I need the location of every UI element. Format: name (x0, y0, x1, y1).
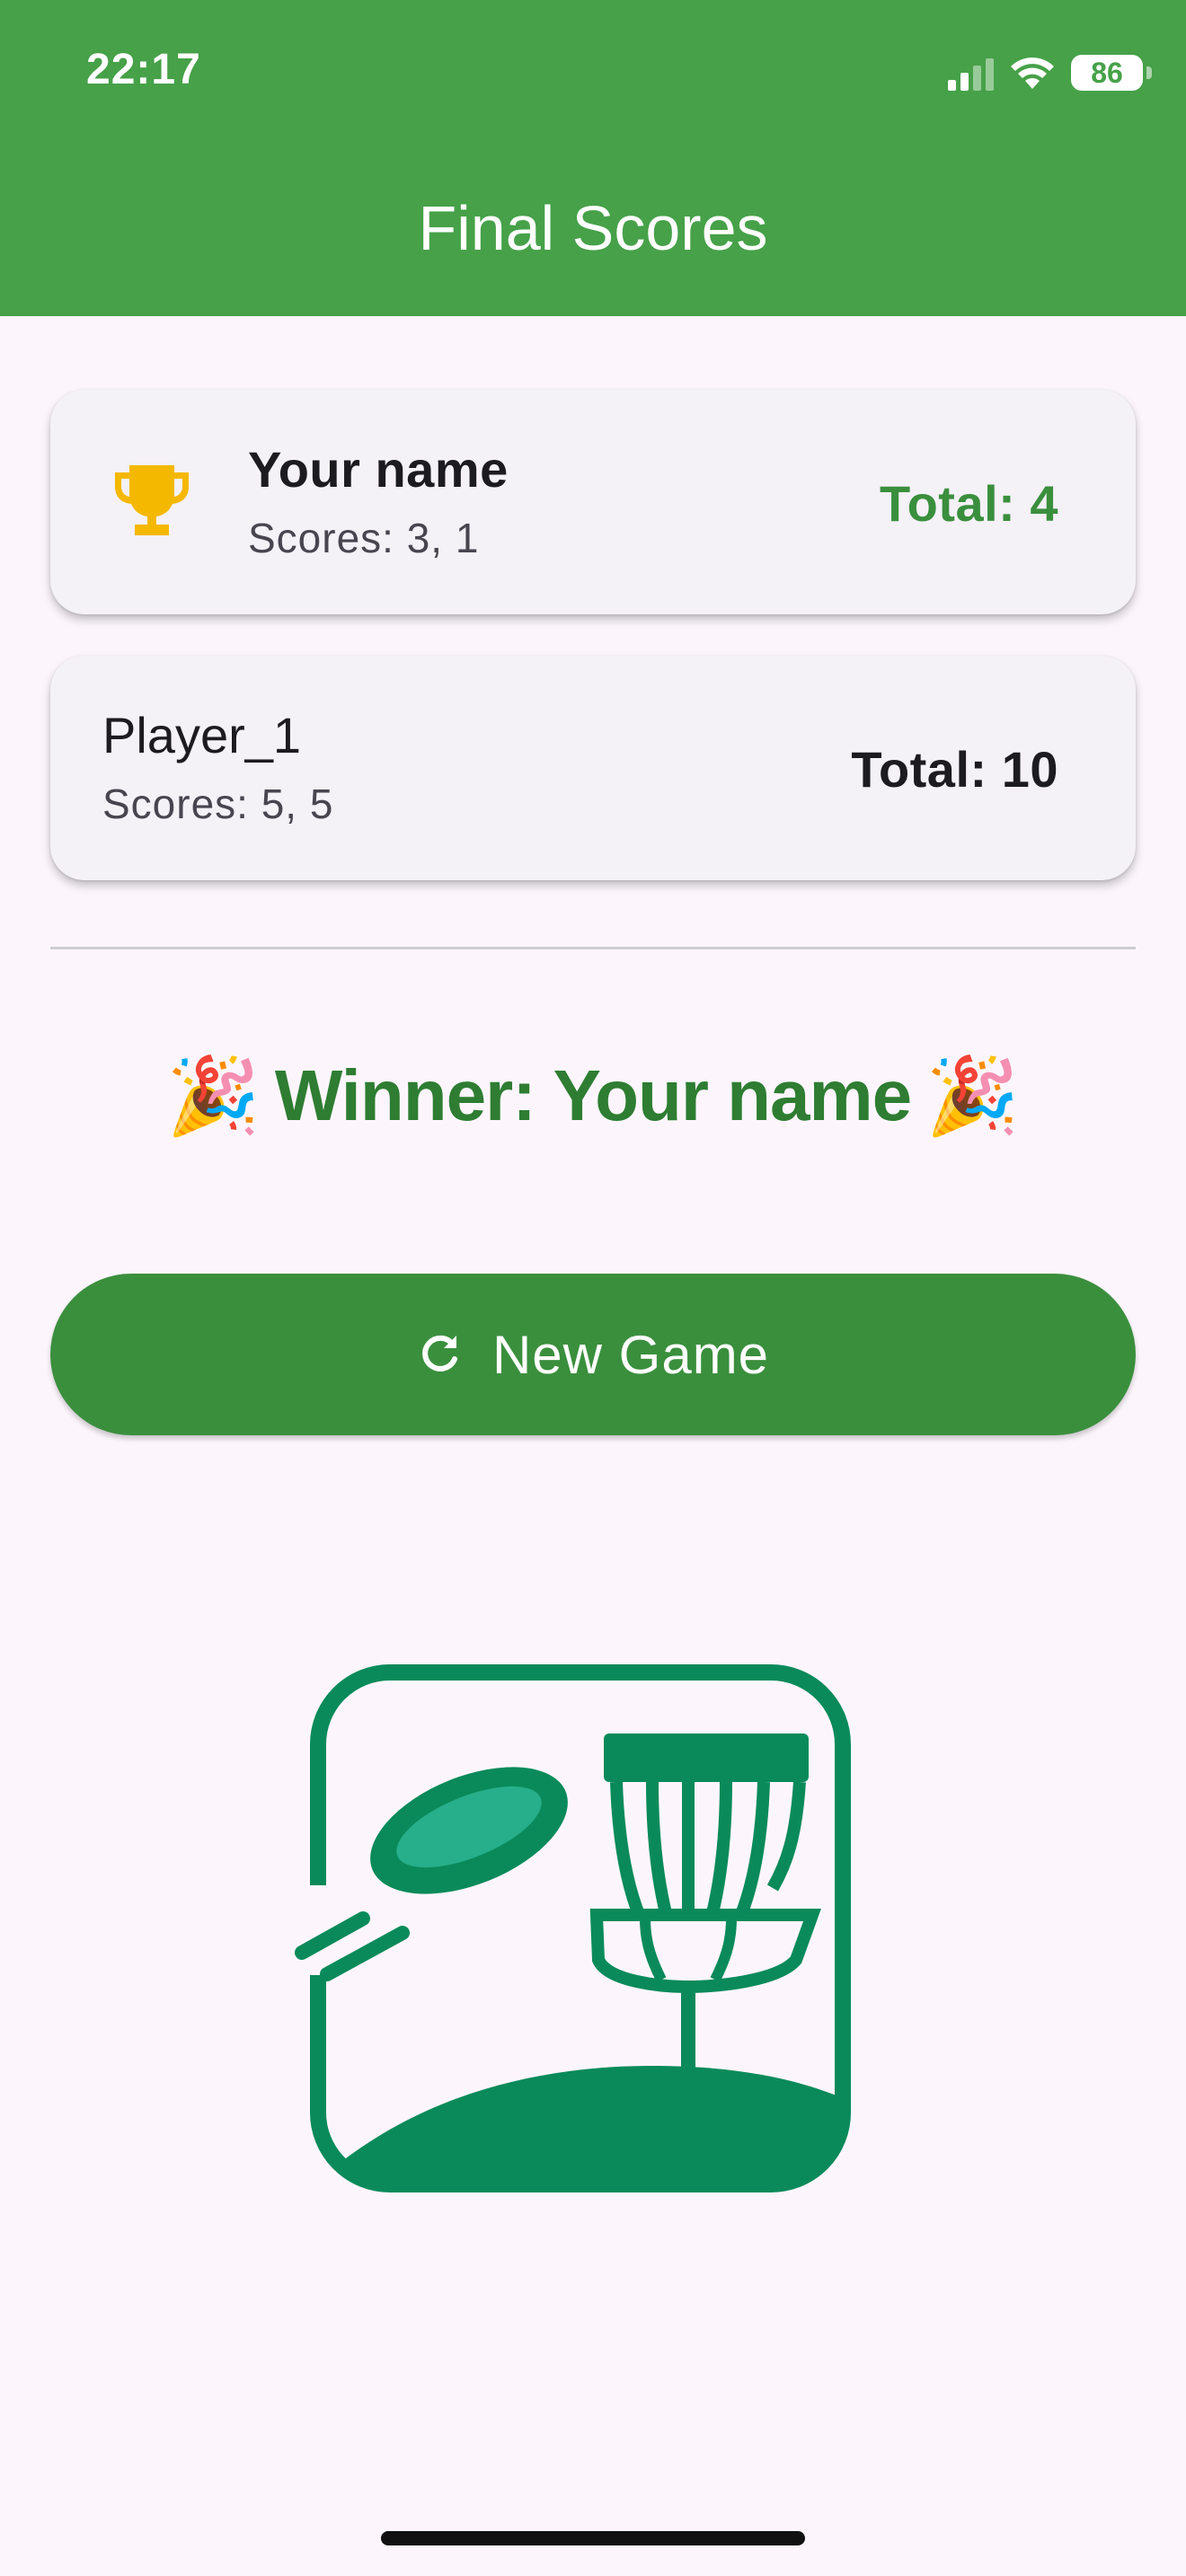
player-total: Total: 4 (880, 475, 1058, 532)
party-popper-icon: 🎉 (166, 1054, 261, 1138)
player-name: Player_1 (102, 707, 302, 763)
new-game-label: New Game (491, 1324, 770, 1385)
winner-text: Winner: Your name (274, 1055, 912, 1135)
player-scores: Scores: 5, 5 (102, 781, 334, 827)
status-icons: 86 (948, 50, 1152, 95)
player-total: Total: 10 (851, 741, 1058, 798)
player-name: Your name (248, 441, 509, 498)
final-scores-screen: 22:17 86 Final Scores Your name Scores: … (0, 0, 1186, 2576)
new-game-button[interactable]: New Game (50, 1274, 1136, 1435)
player-score-card: Your name Scores: 3, 1 Total: 4 (50, 390, 1136, 614)
wifi-icon (1011, 57, 1054, 89)
player-scores: Scores: 3, 1 (248, 515, 480, 561)
cellular-signal-icon (948, 55, 994, 91)
app-bar: 22:17 86 Final Scores (0, 0, 1186, 316)
divider (50, 947, 1136, 949)
party-popper-icon: 🎉 (925, 1054, 1020, 1138)
winner-announcement: 🎉 Winner: Your name 🎉 (0, 1042, 1186, 1150)
refresh-icon (422, 1335, 457, 1372)
battery-icon: 86 (1071, 55, 1152, 91)
trophy-icon (115, 465, 189, 535)
disc-golf-basket-logo (295, 1664, 851, 2192)
home-indicator[interactable] (381, 2531, 805, 2545)
status-time: 22:17 (86, 46, 201, 93)
page-title: Final Scores (418, 193, 768, 263)
player-score-card: Player_1 Scores: 5, 5 Total: 10 (50, 656, 1136, 880)
